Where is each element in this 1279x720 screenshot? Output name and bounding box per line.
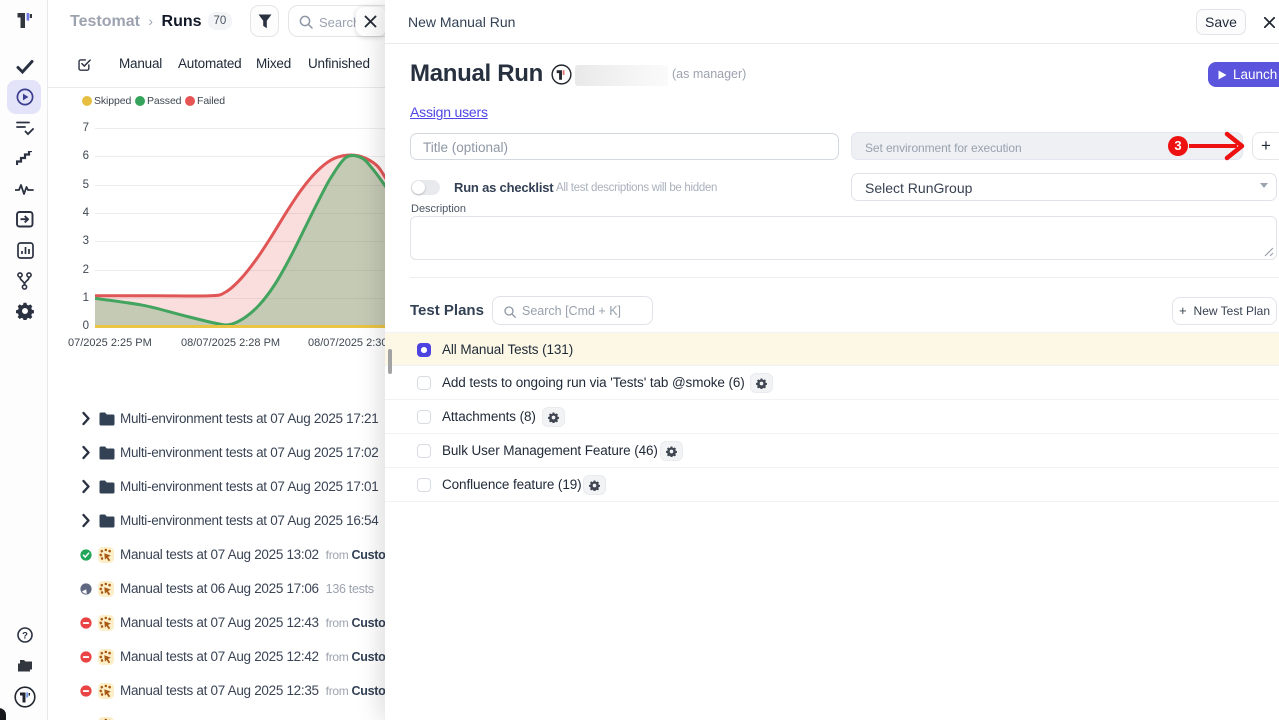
svg-text:?: ? <box>22 630 28 641</box>
